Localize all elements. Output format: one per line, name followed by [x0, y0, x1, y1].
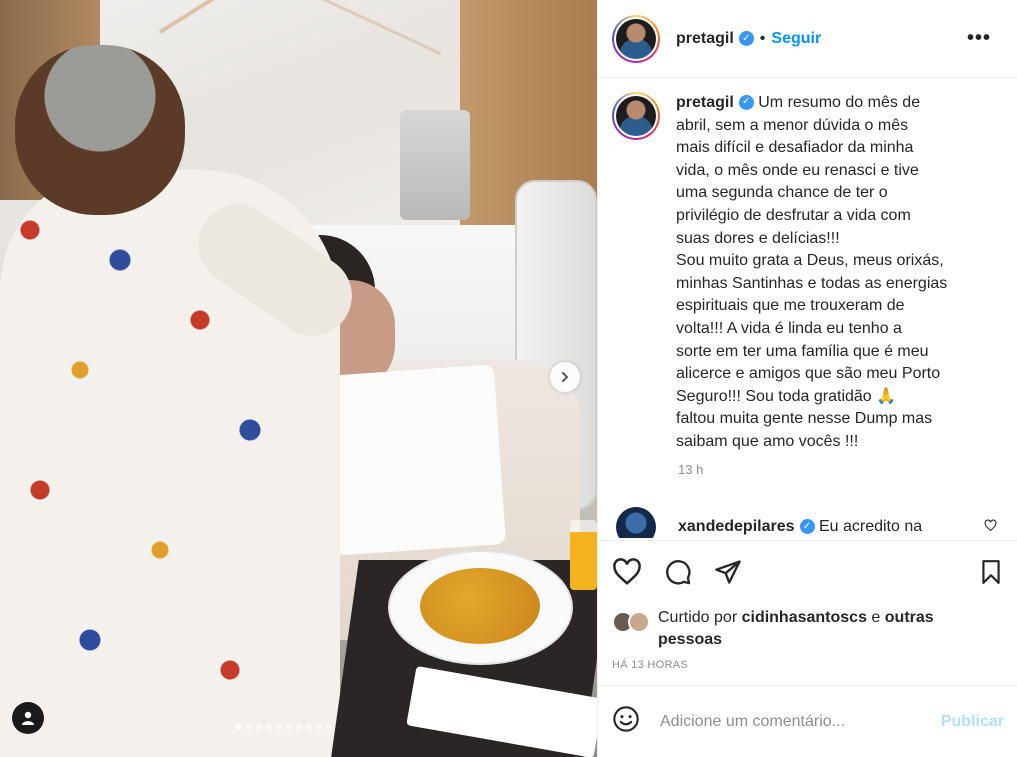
- like-button[interactable]: [612, 557, 642, 592]
- carousel-dots: [236, 724, 332, 730]
- bib: [323, 364, 507, 556]
- share-button[interactable]: [714, 558, 742, 591]
- post-photo[interactable]: [0, 0, 597, 757]
- medical-monitor: [400, 110, 470, 220]
- post-actions: Curtido por cidinhasantoscs e outras pes…: [598, 540, 1017, 671]
- comment-like-button[interactable]: [984, 518, 1003, 535]
- carousel-dot: [316, 724, 322, 730]
- carousel-dot: [266, 724, 272, 730]
- liker-avatars: [612, 611, 650, 633]
- emoji-button[interactable]: [612, 705, 640, 738]
- carousel-dot: [296, 724, 302, 730]
- liker-avatar: [628, 611, 650, 633]
- likes-user[interactable]: cidinhasantoscs: [742, 609, 867, 626]
- heart-icon: [984, 518, 997, 531]
- carousel-dot: [326, 724, 332, 730]
- carousel-dot: [286, 724, 292, 730]
- soup: [420, 568, 540, 644]
- user-tag-button[interactable]: [12, 702, 44, 734]
- separator: •: [759, 29, 766, 47]
- carousel-dot: [276, 724, 282, 730]
- comment-avatar[interactable]: [616, 506, 656, 538]
- comment-input[interactable]: [660, 712, 890, 731]
- more-options-button[interactable]: •••: [967, 27, 1003, 50]
- save-button[interactable]: [978, 558, 1004, 591]
- comment-body: Eu acredito na: [818, 517, 923, 535]
- carousel-dot: [306, 724, 312, 730]
- user-tag-icon: [22, 711, 34, 725]
- post-header: pretagil ✓ • Seguir •••: [598, 0, 1017, 78]
- caption-username[interactable]: pretagil: [676, 94, 734, 111]
- comment-username[interactable]: xandedepilares: [678, 518, 795, 535]
- caption: pretagil ✓ Um resumo do mês de abril, sem…: [612, 92, 1003, 454]
- header-username[interactable]: pretagil: [676, 30, 734, 48]
- carousel-dot: [236, 724, 242, 730]
- post-timestamp[interactable]: HÁ 13 HORAS: [612, 659, 1004, 671]
- likes-prefix: Curtido por: [658, 609, 742, 626]
- bookmark-icon: [982, 559, 1000, 584]
- comment-icon: [666, 559, 691, 585]
- avatar[interactable]: [612, 14, 660, 63]
- comments-area[interactable]: pretagil ✓ Um resumo do mês de abril, sem…: [598, 78, 1017, 538]
- man-head: [15, 45, 185, 215]
- follow-button[interactable]: Seguir: [771, 30, 821, 48]
- carousel-dot: [246, 724, 252, 730]
- verified-icon: ✓: [738, 95, 754, 111]
- caption-body: Um resumo do mês de abril, sem a menor d…: [676, 94, 948, 450]
- verified-icon: ✓: [799, 518, 815, 534]
- next-arrow-icon: [562, 372, 569, 382]
- share-icon: [715, 559, 741, 584]
- comment-item: xandedepilares ✓ Eu acredito na: [612, 506, 1003, 538]
- caption-avatar[interactable]: [612, 92, 660, 140]
- heart-icon: [613, 557, 641, 585]
- caption-text: pretagil ✓ Um resumo do mês de abril, sem…: [676, 92, 981, 454]
- carousel-next-button[interactable]: [550, 362, 580, 392]
- post-sidebar: pretagil ✓ • Seguir ••• pretagil ✓ Um res…: [597, 0, 1017, 757]
- carousel-dot: [256, 724, 262, 730]
- comment-box: Publicar: [598, 685, 1017, 757]
- likes-middle: e: [866, 609, 885, 626]
- juice-glass: [570, 520, 597, 590]
- comment-text: xandedepilares ✓ Eu acredito na: [678, 518, 922, 536]
- likes-summary: Curtido por cidinhasantoscs e outras pes…: [612, 607, 1004, 651]
- emoji-icon: [613, 706, 639, 732]
- comment-button[interactable]: [664, 558, 692, 591]
- publish-button[interactable]: Publicar: [941, 713, 1004, 731]
- caption-time[interactable]: 13 h: [678, 462, 1003, 477]
- verified-icon: ✓: [738, 31, 754, 46]
